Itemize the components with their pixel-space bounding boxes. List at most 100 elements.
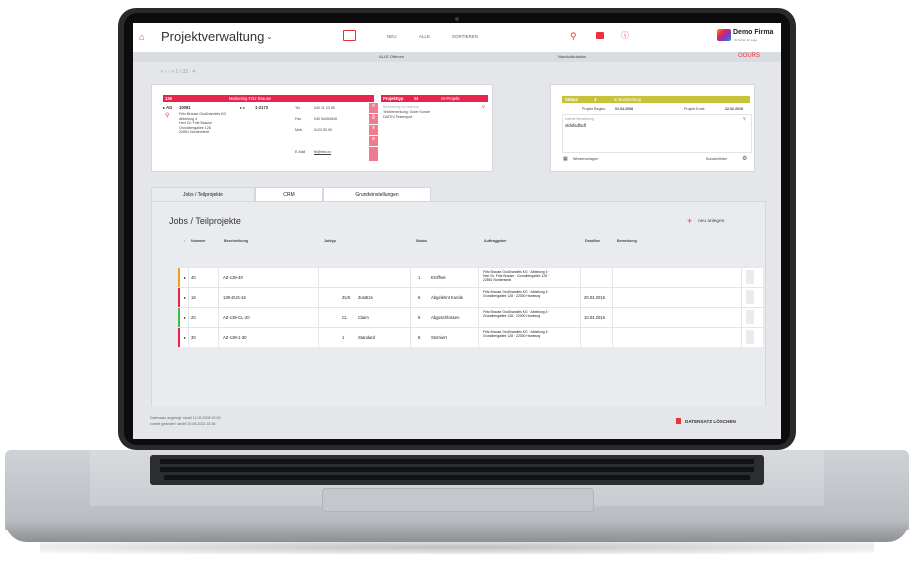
cell-divider xyxy=(741,268,742,287)
chevron-down-icon[interactable]: ⌄ xyxy=(266,32,273,41)
sub-bar: ALLE Offenen Nachkalkulation OOURS xyxy=(133,52,781,62)
table-row[interactable]: ▸ 40 AZ-139-40 1 Eröffnet Fritz Brause Großha… xyxy=(178,267,763,287)
cell-divider xyxy=(741,328,742,347)
contact-action-column: ✆ ⎙ ✆ ✉ xyxy=(369,103,378,161)
email-value[interactable]: fb@test.xx xyxy=(314,150,331,154)
customer-fields-link[interactable]: Kundenfelder xyxy=(706,157,727,161)
search-icon[interactable]: ⚲ xyxy=(570,31,577,42)
filter-label[interactable]: ALLE Offenen xyxy=(379,54,404,59)
trackpad xyxy=(322,488,594,512)
row-status-stripe xyxy=(178,308,180,327)
tel-value[interactable]: 040 11 23 55 xyxy=(314,106,335,110)
row-number: 20 xyxy=(191,315,196,320)
row-status-number: 1 xyxy=(418,275,421,280)
fax-value[interactable]: 040 54454545 xyxy=(314,117,337,121)
row-client: Fritz Brause Großhandels KG · Abteilung … xyxy=(483,330,550,338)
gear-icon[interactable]: ⚙ xyxy=(742,155,747,162)
mobile-icon[interactable]: ✆ xyxy=(369,125,378,136)
list-icon[interactable] xyxy=(343,30,356,41)
home-icon[interactable]: ⌂ xyxy=(139,32,144,42)
jobs-rows: ▸ 40 AZ-139-40 1 Eröffnet Fritz Brause Großha… xyxy=(151,201,764,406)
row-status: Abgelehnt Kunde xyxy=(431,295,464,300)
recurring-link[interactable]: Wiedervorlagen xyxy=(573,157,598,161)
client-address: Fritz Brause Großhandels KG Abteilung 4 He… xyxy=(179,112,227,135)
tel-label: Tel. xyxy=(295,106,301,110)
internal-note-label: Interne Bemerkung xyxy=(565,117,594,121)
info-icon[interactable]: ⓘ xyxy=(621,30,629,41)
row-client: Fritz Brause Großhandels KG · Abteilung … xyxy=(483,270,550,282)
table-row[interactable]: ▸ 16 139-ZUS-16 ZUS Zusätze 6 Abgelehnt Kunde 2… xyxy=(178,287,763,307)
record-pager[interactable]: « ‹ › » 1 / 33 · 4 xyxy=(161,69,195,75)
expand-row-icon[interactable]: ▸ xyxy=(184,275,186,280)
cell-divider xyxy=(612,308,613,327)
row-number: 30 xyxy=(191,335,196,340)
print-icon[interactable] xyxy=(596,32,604,39)
address-remark[interactable]: Testbemerkung: Guter Kunde DATEV-Testexpo… xyxy=(383,110,430,119)
row-status-number: 9 xyxy=(418,315,421,320)
nav-all[interactable]: ALLE xyxy=(419,34,430,39)
cell-divider xyxy=(318,288,319,307)
row-description: 139-ZUS-16 xyxy=(223,295,246,300)
row-delete-icon[interactable] xyxy=(746,310,754,324)
client-number[interactable]: 10081 xyxy=(179,105,191,110)
row-delete-icon[interactable] xyxy=(746,270,754,284)
calc-label[interactable]: Nachkalkulation xyxy=(558,54,586,59)
tab-jobs[interactable]: Jobs / Teilprojekte xyxy=(151,187,255,202)
email-label: E-Mail xyxy=(295,150,306,154)
cell-divider xyxy=(318,308,319,327)
project-type-code[interactable]: SI xyxy=(414,96,418,101)
row-status-number: 6 xyxy=(418,295,421,300)
cell-divider xyxy=(188,268,189,287)
keyboard xyxy=(150,455,764,485)
cell-divider xyxy=(218,288,219,307)
mobile-value[interactable]: 0123 55 00 xyxy=(314,128,332,132)
row-jobtype-code: 1 xyxy=(342,335,345,340)
calendar-icon[interactable]: ▦ xyxy=(563,156,568,162)
row-delete-icon[interactable] xyxy=(746,330,754,344)
remark-placeholder: Bemerkung zur Adresse xyxy=(383,105,420,109)
contact-arrows[interactable]: ▸ ▸ xyxy=(240,105,245,110)
location-pin-icon[interactable]: ⚲ xyxy=(165,112,169,119)
fax-label: Fax. xyxy=(295,117,302,121)
cell-divider xyxy=(478,288,479,307)
project-title[interactable]: Marketing Fritz Brause xyxy=(229,96,271,101)
row-jobtype-name: Standard xyxy=(358,335,375,340)
mail-icon[interactable]: ✉ xyxy=(369,136,378,147)
nav-sort[interactable]: SORTIEREN xyxy=(452,34,478,39)
row-status-number: 8 xyxy=(418,335,421,340)
table-row[interactable]: ▸ 20 AZ-139-CL-20 CL Claim 9 Abgeschlossen 10.0… xyxy=(178,307,763,327)
table-row[interactable]: ▸ 30 AZ-139-1-30 1 Standard 8 Storniert Fritz B… xyxy=(178,327,763,347)
row-number: 16 xyxy=(191,295,196,300)
row-status: Eröffnet xyxy=(431,275,446,280)
trash-icon[interactable] xyxy=(676,418,681,424)
status-text: in Bearbeitung xyxy=(614,97,642,102)
end-label: Projekt Ende xyxy=(684,107,705,111)
fax-icon[interactable]: ⎙ xyxy=(369,114,378,125)
cell-divider xyxy=(478,268,479,287)
company-logo-icon xyxy=(717,29,731,41)
expand-row-icon[interactable]: ▸ xyxy=(184,315,186,320)
expand-row-icon[interactable]: ▸ xyxy=(184,335,186,340)
nav-new[interactable]: NEU xyxy=(387,34,397,39)
project-title-bar: 139 Marketing Fritz Brause xyxy=(163,95,374,102)
row-status: Abgeschlossen xyxy=(431,315,460,320)
start-label: Projekt Beginn xyxy=(582,107,606,111)
expand-row-icon[interactable]: ▸ xyxy=(184,295,186,300)
remark-search-icon[interactable]: ⚲ xyxy=(482,104,485,109)
end-date[interactable]: 22.02.2019 xyxy=(725,107,743,111)
status-value[interactable]: 3 xyxy=(594,97,596,102)
internal-note-field[interactable]: Interne Bemerkung ⚲ sfdsfsdfsdf xyxy=(562,114,752,153)
contact-number[interactable]: 1-2173 xyxy=(255,105,268,110)
brand-label: OOURS xyxy=(738,53,761,59)
row-deadline: 20.04.2016 xyxy=(584,295,605,300)
delete-record-button[interactable]: DATENSATZ LÖSCHEN xyxy=(685,419,736,424)
cell-divider xyxy=(478,328,479,347)
cell-divider xyxy=(410,268,411,287)
note-search-icon[interactable]: ⚲ xyxy=(743,116,746,121)
phone-icon[interactable]: ✆ xyxy=(369,103,378,114)
start-date[interactable]: 01.04.2008 xyxy=(615,107,633,111)
row-jobtype-code: CL xyxy=(342,315,348,320)
cell-divider xyxy=(741,308,742,327)
client-label[interactable]: ▸ AG xyxy=(163,105,172,110)
row-delete-icon[interactable] xyxy=(746,290,754,304)
